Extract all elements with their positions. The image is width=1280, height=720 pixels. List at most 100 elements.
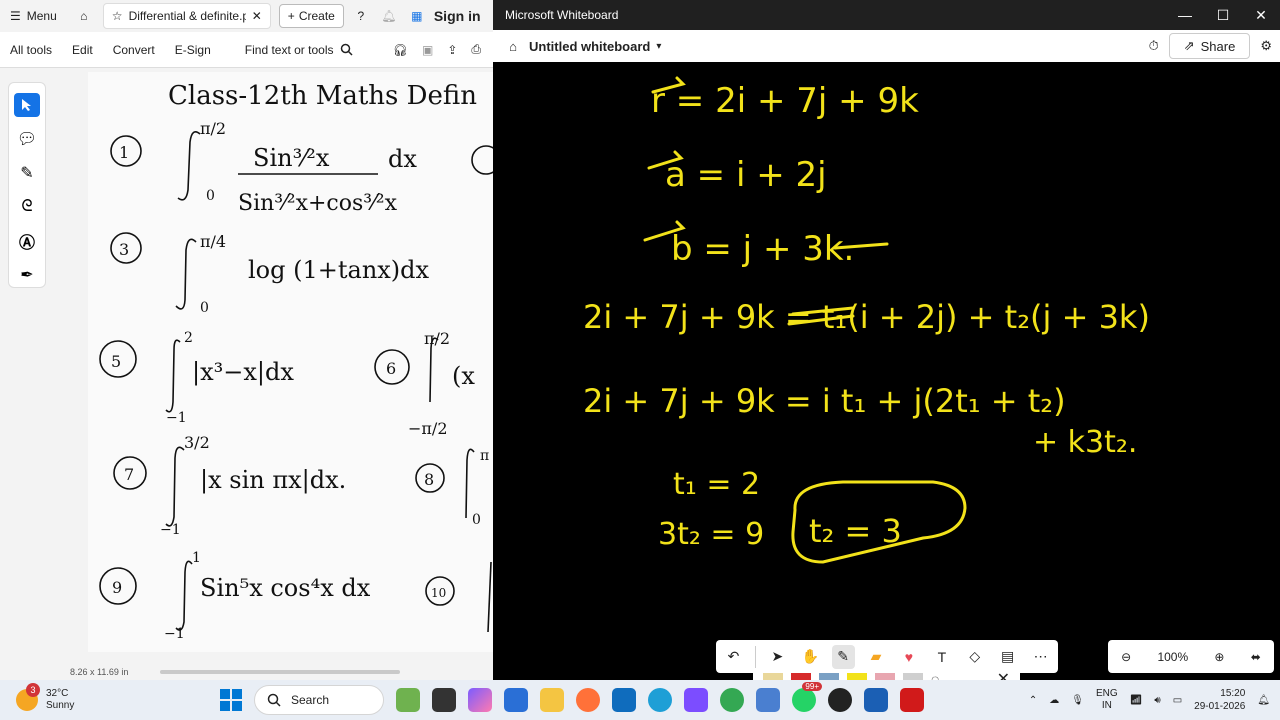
- hand-pan-icon[interactable]: ✋: [799, 645, 822, 669]
- shapes-icon[interactable]: ◇: [963, 645, 986, 669]
- lasso-icon[interactable]: ᘓ: [14, 195, 40, 219]
- esign-button[interactable]: E-Sign: [165, 43, 221, 57]
- zoom-out-icon[interactable]: ⊖: [1121, 650, 1131, 664]
- svg-text:π: π: [480, 448, 489, 464]
- chevron-up-icon[interactable]: ⌃: [1029, 695, 1037, 706]
- sticky-note-icon[interactable]: ▰: [865, 645, 888, 669]
- worksheet-heading: Class-12th Maths Defin: [168, 81, 477, 111]
- file-explorer-icon[interactable]: [540, 688, 564, 712]
- app-title: Microsoft Whiteboard: [505, 8, 619, 22]
- close-tab-icon[interactable]: ✕: [252, 9, 262, 23]
- onedrive-cloud-icon[interactable]: ☁: [1049, 695, 1059, 706]
- windows-taskbar: 3 32°C Sunny Search 99+ ⌃ ☁ 🎙︎ ENG IN 📶︎…: [0, 680, 1280, 720]
- print-icon[interactable]: ⎙: [471, 42, 481, 57]
- close-window-icon[interactable]: ✕: [1242, 0, 1280, 30]
- zoom-in-icon[interactable]: ⊕: [1214, 650, 1224, 664]
- edge-icon[interactable]: [648, 688, 672, 712]
- copilot-app-icon[interactable]: [468, 688, 492, 712]
- search-label: Search: [291, 693, 330, 707]
- menu-button[interactable]: ☰ Menu: [0, 0, 67, 32]
- svg-text:−1: −1: [166, 410, 187, 426]
- upload-icon[interactable]: ⇪: [447, 43, 457, 57]
- acrobat-app-icon[interactable]: [900, 688, 924, 712]
- volume-icon[interactable]: 🔊︎: [1154, 695, 1160, 706]
- horizontal-scrollbar[interactable]: [160, 670, 400, 674]
- widgets-app-icon[interactable]: [396, 688, 420, 712]
- apps-grid-icon[interactable]: ▦: [406, 5, 428, 27]
- text-select-icon[interactable]: Ⓐ: [14, 229, 40, 253]
- wifi-icon[interactable]: 📶︎: [1130, 695, 1143, 706]
- star-icon[interactable]: ☆: [112, 9, 123, 23]
- zoom-level[interactable]: 100%: [1157, 650, 1188, 664]
- taskbar-search[interactable]: Search: [254, 685, 384, 715]
- undo-icon[interactable]: ↶: [722, 645, 745, 669]
- acrobat-toolbar: All tools Edit Convert E-Sign Find text …: [0, 32, 493, 68]
- hamburger-icon: ☰: [10, 9, 21, 23]
- svg-text:π/2: π/2: [424, 329, 450, 348]
- settings-gear-icon[interactable]: ⚙: [1260, 38, 1272, 54]
- edit-button[interactable]: Edit: [62, 43, 103, 57]
- firefox-icon[interactable]: [576, 688, 600, 712]
- fit-screen-icon[interactable]: ⬌: [1251, 650, 1261, 664]
- plus-icon: +: [287, 9, 295, 23]
- select-icon[interactable]: ➤: [766, 645, 789, 669]
- clock[interactable]: 15:20 29-01-2026: [1194, 687, 1245, 713]
- chevron-down-icon[interactable]: ▾: [656, 41, 661, 52]
- whiteboard-titlebar: Microsoft Whiteboard — ☐ ✕: [493, 0, 1280, 30]
- outlook-icon[interactable]: [612, 688, 636, 712]
- pen-tool-icon[interactable]: ✎: [831, 644, 855, 669]
- templates-icon[interactable]: ▤: [996, 645, 1019, 669]
- select-cursor-icon[interactable]: [14, 93, 40, 117]
- svg-text:|x sin πx|dx.: |x sin πx|dx.: [200, 466, 346, 495]
- headphones-icon[interactable]: 🎧︎: [393, 43, 408, 57]
- all-tools-button[interactable]: All tools: [0, 43, 62, 57]
- svg-text:0: 0: [206, 188, 215, 204]
- minimize-icon[interactable]: —: [1166, 0, 1204, 30]
- acrobat-left-tools: 💬︎ ✎ ᘓ Ⓐ ✒: [8, 82, 46, 288]
- home-icon[interactable]: ⌂: [497, 39, 529, 54]
- store-app-icon[interactable]: [504, 688, 528, 712]
- whiteboard-app-icon[interactable]: [864, 688, 888, 712]
- board-name[interactable]: Untitled whiteboard: [529, 39, 650, 54]
- timer-icon[interactable]: ⏱: [1149, 38, 1159, 54]
- chrome-icon[interactable]: [720, 688, 744, 712]
- home-icon[interactable]: ⌂: [73, 5, 95, 27]
- more-icon[interactable]: ⋯: [1029, 645, 1052, 669]
- sign-icon[interactable]: ✒: [14, 263, 40, 287]
- whatsapp-icon[interactable]: 99+: [792, 682, 822, 712]
- whiteboard-toolbar: ↶ ➤ ✋ ✎ ▰ ♥ T ◇ ▤ ⋯: [716, 640, 1058, 673]
- windows-start-icon[interactable]: [220, 689, 242, 711]
- battery-icon[interactable]: ▭: [1173, 695, 1182, 706]
- svg-text:1: 1: [119, 143, 129, 162]
- convert-button[interactable]: Convert: [103, 43, 165, 57]
- snipping-tool-icon[interactable]: [684, 688, 708, 712]
- notifications-icon[interactable]: 🔔︎: [1257, 695, 1270, 706]
- bell-icon[interactable]: 🔔︎: [378, 5, 400, 27]
- notepad-icon[interactable]: [756, 688, 780, 712]
- help-icon[interactable]: ?: [350, 5, 372, 27]
- microphone-icon[interactable]: 🎙︎: [1071, 695, 1084, 706]
- svg-text:Sin³⁄²x+cos³⁄²x: Sin³⁄²x+cos³⁄²x: [238, 191, 398, 216]
- maximize-icon[interactable]: ☐: [1204, 0, 1242, 30]
- create-button[interactable]: + Create: [278, 4, 344, 28]
- ink-equation-4: 2i + 7j + 9k = t₁(i + 2j) + t₂(j + 3k): [583, 298, 1150, 336]
- svg-text:(x: (x: [452, 362, 475, 390]
- text-icon[interactable]: T: [930, 645, 953, 669]
- find-tools[interactable]: Find text or tools: [221, 43, 353, 57]
- highlight-pen-icon[interactable]: ✎: [14, 161, 40, 185]
- sign-in-link[interactable]: Sign in: [434, 8, 481, 24]
- weather-widget[interactable]: 3 32°C Sunny: [0, 683, 200, 712]
- reaction-heart-icon[interactable]: ♥: [897, 645, 920, 669]
- comment-icon[interactable]: 💬︎: [14, 127, 40, 151]
- whiteboard-canvas[interactable]: r = 2i + 7j + 9k a = i + 2j b = j + 3k. …: [493, 62, 1280, 695]
- terminal-app-icon[interactable]: [432, 688, 456, 712]
- obs-icon[interactable]: [828, 688, 852, 712]
- tab-document[interactable]: ☆ Differential & definite.pdf ✕: [102, 3, 271, 29]
- lang-line-2: IN: [1101, 700, 1112, 711]
- save-icon[interactable]: ▣: [422, 43, 433, 57]
- svg-text:6: 6: [386, 359, 396, 378]
- sun-icon: 3: [16, 683, 40, 711]
- language-indicator[interactable]: ENG IN: [1096, 688, 1118, 712]
- share-button[interactable]: ⇗ Share: [1168, 33, 1251, 59]
- lang-line-1: ENG: [1096, 688, 1118, 699]
